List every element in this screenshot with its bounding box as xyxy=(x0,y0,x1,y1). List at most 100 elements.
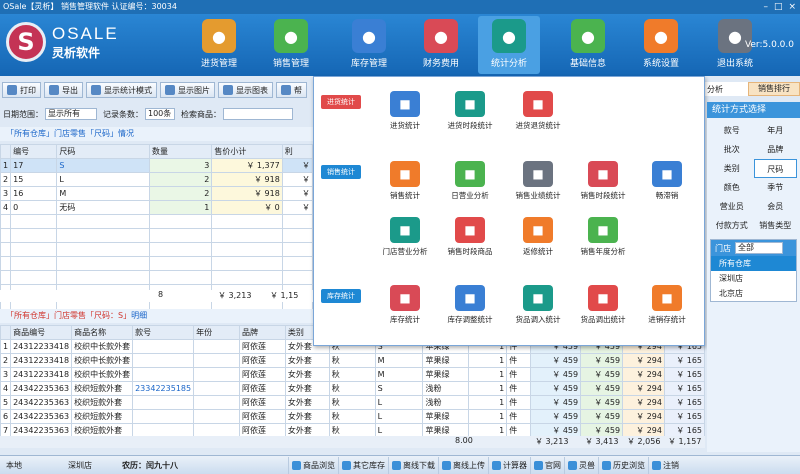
status-button[interactable]: 计算器 xyxy=(488,456,530,474)
maximize-icon[interactable]: □ xyxy=(774,1,783,13)
popup-item-wrench[interactable]: ■ 返修统计 xyxy=(507,217,569,257)
table-cell: 16 xyxy=(10,186,58,201)
top-col-header[interactable]: 利 xyxy=(281,144,314,159)
status-button[interactable]: 历史浏览 xyxy=(598,456,648,474)
table-row[interactable]: 3 16 M 2 ￥ 918 ￥ xyxy=(0,186,314,201)
stat-option[interactable]: 类别 xyxy=(710,159,754,178)
table-row[interactable]: 2 24312233418 校织中长款外套 阿依莲 女外套秋 M 苹果绿 1 件 ￥ 459 ￥ 4… xyxy=(0,353,706,368)
stat-option[interactable]: 会员 xyxy=(754,197,798,216)
table-row[interactable]: 5 24342235363 校织短款外套 阿依莲 女外套秋 L 浅粉 1 件 ￥ 459 ￥ 459… xyxy=(0,395,706,410)
table-row[interactable]: 2 15 L 2 ￥ 918 ￥ xyxy=(0,172,314,187)
table-row[interactable]: 3 24312233418 校织中长款外套 阿依莲 女外套秋 M 苹果绿 1 件 ￥ 459 ￥ 4… xyxy=(0,367,706,382)
status-button[interactable]: 离线上传 xyxy=(438,456,488,474)
popup-item-calendar-year[interactable]: ■ 销售年度分析 xyxy=(572,217,634,257)
table-row[interactable]: 6 24342235363 校织短款外套 阿依莲 女外套秋 L 苹果绿 1 件 ￥ 459 ￥ 45… xyxy=(0,409,706,424)
bottom-col-header[interactable]: 商品编号 xyxy=(10,325,73,340)
nav-label: 财务费用 xyxy=(422,59,459,69)
bottom-col-header[interactable] xyxy=(0,325,12,340)
minimize-icon[interactable]: – xyxy=(763,1,768,13)
stat-option[interactable]: 付款方式 xyxy=(710,216,754,235)
print-button[interactable]: 打印 xyxy=(2,82,41,98)
stat-option[interactable]: 颜色 xyxy=(710,178,754,197)
popup-item-house-out[interactable]: ■ 货品调出统计 xyxy=(572,285,634,325)
status-button[interactable]: 离线下载 xyxy=(388,456,438,474)
bottom-col-header[interactable]: 款号 xyxy=(132,325,195,340)
stat-option[interactable]: 季节 xyxy=(754,178,798,197)
bottom-col-header[interactable]: 品牌 xyxy=(238,325,286,340)
popup-item-house-in[interactable]: ■ 货品调入统计 xyxy=(507,285,569,325)
table-cell: 3 xyxy=(148,158,213,173)
status-button[interactable]: 灵兽 xyxy=(564,456,598,474)
popup-item-crate-adjust[interactable]: ■ 库存调整统计 xyxy=(439,285,501,325)
table-row[interactable]: 4 24342235363 校织短款外套 23342235185 阿依莲 女外套秋 S 浅粉 1… xyxy=(0,381,706,396)
table-cell: ￥ 459 xyxy=(580,353,624,368)
nav-puzzle[interactable]: ● 基础信息 xyxy=(557,16,619,74)
table-cell: 苹果绿 xyxy=(422,367,470,382)
close-icon[interactable]: × xyxy=(788,1,796,13)
store-item[interactable]: 深圳店 xyxy=(711,271,796,286)
store-select[interactable]: 全部 xyxy=(735,242,783,254)
popup-item-cart-clock[interactable]: ■ 进货时段统计 xyxy=(439,91,501,131)
stat-option[interactable]: 品牌 xyxy=(754,140,798,159)
status-button[interactable]: 官网 xyxy=(530,456,564,474)
popup-item-sales-bag[interactable]: ■ 销售统计 xyxy=(374,161,436,201)
nav-gear[interactable]: ● 系统设置 xyxy=(630,16,692,74)
tab-sales-ranking[interactable]: 销售排行 xyxy=(748,82,800,96)
bottom-col-header[interactable]: 商品名称 xyxy=(71,325,134,340)
show-stats-button[interactable]: 显示统计模式 xyxy=(86,82,157,98)
top-col-header[interactable]: 编号 xyxy=(10,144,58,159)
status-button-icon xyxy=(534,460,543,470)
store-item[interactable]: 北京店 xyxy=(711,286,796,301)
stat-option[interactable]: 批次 xyxy=(710,140,754,159)
popup-item-cart-return[interactable]: ■ 进货退货统计 xyxy=(507,91,569,131)
help-button[interactable]: 帮 xyxy=(276,82,307,98)
table-cell xyxy=(132,367,195,382)
popup-item-crate[interactable]: ■ 库存统计 xyxy=(374,285,436,325)
show-image-button[interactable]: 显示图片 xyxy=(160,82,215,98)
status-button[interactable]: 商品浏览 xyxy=(288,456,338,474)
popup-item-updown-arrows[interactable]: ■ 畅滞销 xyxy=(636,161,698,201)
popup-item-register[interactable]: ■ 销售业绩统计 xyxy=(507,161,569,201)
status-button[interactable]: 注销 xyxy=(648,456,682,474)
search-input[interactable] xyxy=(223,108,293,120)
nav-label: 销售管理 xyxy=(272,59,309,69)
top-col-header[interactable] xyxy=(0,144,12,159)
bottom-col-header[interactable]: 年份 xyxy=(193,325,240,340)
nav-sale[interactable]: ● 销售管理 xyxy=(260,16,322,74)
popup-item-calendar[interactable]: ■ 日营业分析 xyxy=(439,161,501,201)
popup-item-store[interactable]: ■ 门店营业分析 xyxy=(374,217,436,257)
top-col-header[interactable]: 数量 xyxy=(148,144,213,159)
nav-box[interactable]: ● 库存管理 xyxy=(338,16,400,74)
popup-item-suit[interactable]: ■ 销售时段商品 xyxy=(439,217,501,257)
nav-basket[interactable]: ● 进货管理 xyxy=(188,16,250,74)
top-col-header[interactable]: 尺码 xyxy=(56,144,150,159)
basket-icon: ● xyxy=(202,19,236,53)
table-cell: 23342235185 xyxy=(132,381,195,396)
table-cell: ￥ 459 xyxy=(580,395,624,410)
export-button[interactable]: 导出 xyxy=(44,82,83,98)
logo: S OSALE 灵析软件 xyxy=(6,22,119,62)
table-row[interactable]: 4 0 无码 1 ￥ 0 ￥ xyxy=(0,200,314,215)
table-cell: ￥ xyxy=(281,172,314,187)
stat-option[interactable]: 尺码 xyxy=(753,159,797,178)
date-range-select[interactable]: 显示所有 xyxy=(45,108,97,120)
table-row[interactable]: 1 17 S 3 ￥ 1,377 ￥ xyxy=(0,158,314,173)
status-button[interactable]: 其它库存 xyxy=(338,456,388,474)
bag-clock-icon: ■ xyxy=(588,161,618,187)
popup-item-pie[interactable]: ■ 进销存统计 xyxy=(636,285,698,325)
tab-analysis-partial[interactable]: 分析 xyxy=(707,84,723,95)
top-col-header[interactable]: 售价小计 xyxy=(211,144,283,159)
stat-option[interactable]: 年月 xyxy=(754,121,798,140)
show-chart-button[interactable]: 显示图表 xyxy=(218,82,273,98)
record-count-select[interactable]: 100条 xyxy=(145,108,175,120)
table-cell xyxy=(132,409,195,424)
popup-item-cart[interactable]: ■ 进货统计 xyxy=(374,91,436,131)
store-item[interactable]: 所有仓库 xyxy=(711,256,796,271)
table-cell: 3 xyxy=(0,367,12,382)
nav-pie-chart[interactable]: ● 统计分析 xyxy=(478,16,540,74)
stat-option[interactable]: 营业员 xyxy=(710,197,754,216)
popup-item-bag-clock[interactable]: ■ 销售时段统计 xyxy=(572,161,634,201)
stat-option[interactable]: 款号 xyxy=(710,121,754,140)
stat-option[interactable]: 销售类型 xyxy=(754,216,798,235)
nav-money-bag[interactable]: ● 财务费用 xyxy=(410,16,472,74)
